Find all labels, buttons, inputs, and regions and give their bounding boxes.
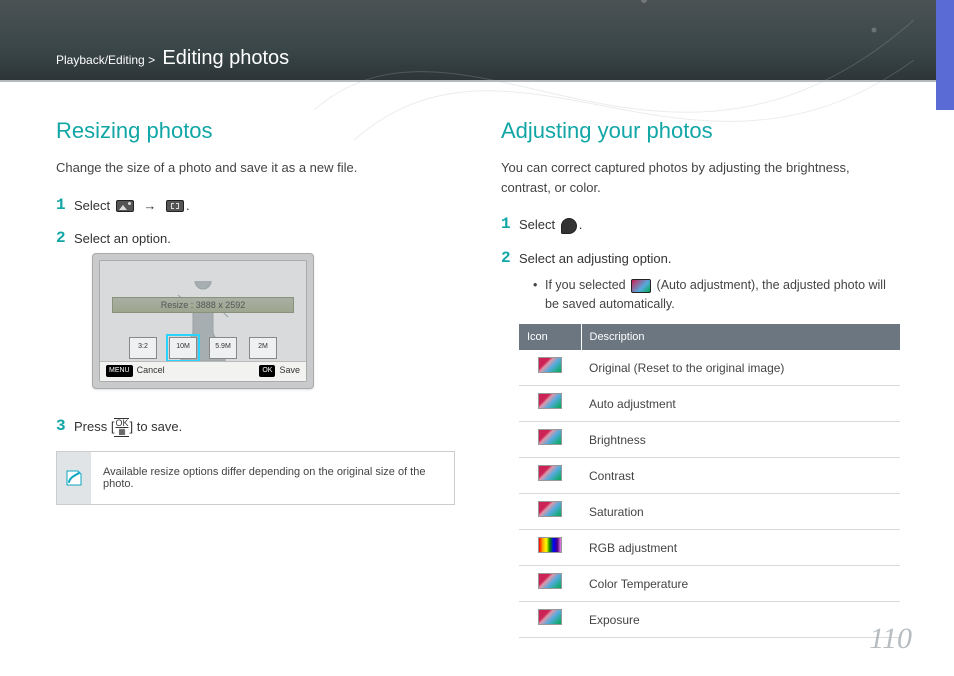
resize-option[interactable]: 5.9M [209,337,237,359]
adjustment-icon-cell [519,350,581,386]
right-column: Adjusting your photos You can correct ca… [501,118,900,652]
adjusting-intro: You can correct captured photos by adjus… [501,158,900,197]
resizing-heading: Resizing photos [56,118,455,144]
adjustment-icon-cell [519,458,581,494]
table-row: Auto adjustment [519,386,900,422]
adjusting-heading: Adjusting your photos [501,118,900,144]
adjustment-thumb-icon [538,609,562,625]
table-row: Original (Reset to the original image) [519,350,900,386]
adjustment-desc-cell: Auto adjustment [581,386,900,422]
step-2: 2 Select an option. Resize : 3888 x 2592… [56,229,455,403]
resizing-steps: 1 Select → . 2 Select an option. [56,196,455,437]
step-3: 3 Press [OK▦] to save. [56,417,455,437]
auto-adjustment-icon [631,279,651,293]
adjustment-desc-cell: Exposure [581,602,900,638]
camera-screenshot: Resize : 3888 x 2592 3:2 10M 5.9M 2M M [92,253,314,389]
side-tab-indicator [936,0,954,110]
breadcrumb-sep: > [148,53,155,67]
adjustment-desc-cell: Color Temperature [581,566,900,602]
save-label: Save [279,364,300,378]
table-row: Saturation [519,494,900,530]
adjustment-thumb-icon [538,501,562,517]
note-callout: Available resize options differ dependin… [56,451,455,505]
resize-option-selected[interactable]: 10M [169,337,197,359]
adjustment-desc-cell: RGB adjustment [581,530,900,566]
resize-options-row: 3:2 10M 5.9M 2M [100,337,306,359]
adjustment-desc-cell: Contrast [581,458,900,494]
page-number: 110 [869,622,912,656]
table-row: RGB adjustment [519,530,900,566]
table-row: Exposure [519,602,900,638]
resizing-intro: Change the size of a photo and save it a… [56,158,455,178]
table-row: Color Temperature [519,566,900,602]
adjusting-steps: 1 Select . 2 Select an adjusting option.… [501,215,900,638]
step-1: 1 Select . [501,215,900,235]
page-title: Editing photos [162,47,289,69]
manual-page: Playback/Editing > Editing photos Resizi… [0,0,954,676]
resize-icon [166,200,184,212]
col-header-icon: Icon [519,324,581,351]
breadcrumb: Playback/Editing > Editing photos [56,47,289,70]
note-text: Available resize options differ dependin… [91,452,454,504]
adjustment-thumb-icon [538,573,562,589]
menu-button-chip: MENU [106,365,133,378]
camera-bottom-bar: MENU Cancel OK Save [100,361,306,381]
adjustment-icon-cell [519,422,581,458]
content-columns: Resizing photos Change the size of a pho… [0,82,954,652]
adjustment-thumb-icon [538,429,562,445]
header-banner: Playback/Editing > Editing photos [0,0,954,82]
resize-option[interactable]: 3:2 [129,337,157,359]
resize-label: Resize : 3888 x 2592 [112,297,294,313]
left-column: Resizing photos Change the size of a pho… [56,118,455,652]
adjustment-icon-cell [519,530,581,566]
adjustment-desc-cell: Brightness [581,422,900,458]
auto-adjust-note: If you selected (Auto adjustment), the a… [533,276,900,314]
adjustment-icon-cell [519,602,581,638]
adjustment-icon-cell [519,386,581,422]
adjustment-thumb-icon [538,393,562,409]
adjustment-thumb-icon [538,537,562,553]
step-2: 2 Select an adjusting option. If you sel… [501,249,900,639]
adjustment-thumb-icon [538,357,562,373]
breadcrumb-section: Playback/Editing [56,53,145,67]
resize-option[interactable]: 2M [249,337,277,359]
adjustment-desc-cell: Original (Reset to the original image) [581,350,900,386]
col-header-desc: Description [581,324,900,351]
table-row: Brightness [519,422,900,458]
adjustment-icon-cell [519,566,581,602]
cancel-label: Cancel [137,364,165,378]
image-edit-icon [116,200,134,212]
adjustment-desc-cell: Saturation [581,494,900,530]
adjustment-icon-cell [519,494,581,530]
adjustment-thumb-icon [538,465,562,481]
step-1: 1 Select → . [56,196,455,216]
adjustment-options-table: Icon Description Original (Reset to the … [519,324,900,639]
ok-button-chip: OK [259,365,275,378]
table-row: Contrast [519,458,900,494]
palette-icon [561,218,577,234]
note-icon [57,452,91,504]
ok-key-icon: OK▦ [114,418,129,437]
